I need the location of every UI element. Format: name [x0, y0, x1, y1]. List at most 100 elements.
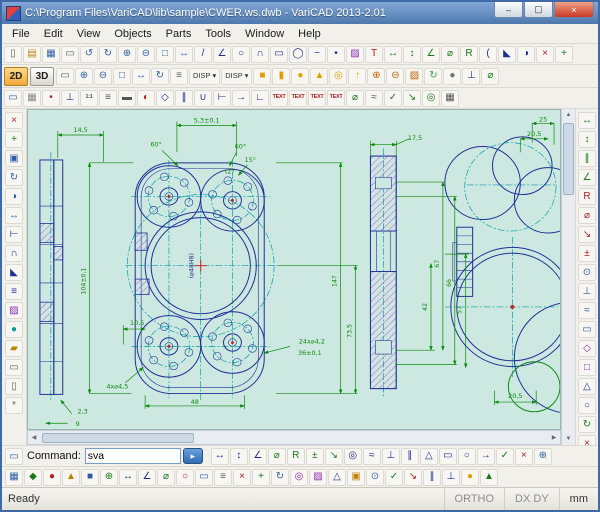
menu-item-tools[interactable]: Tools: [198, 27, 238, 41]
balloon-icon[interactable]: ◎: [422, 90, 440, 107]
line-type-icon[interactable]: ≡: [99, 90, 117, 107]
edit-tri-icon[interactable]: △: [578, 378, 596, 395]
hatch-tool-icon[interactable]: ▨: [5, 302, 23, 319]
track-h-icon[interactable]: ↔: [119, 469, 137, 486]
trim-icon[interactable]: ⊢: [213, 90, 231, 107]
osnap-node-icon[interactable]: ■: [81, 469, 99, 486]
zoom-window-icon[interactable]: □: [156, 46, 174, 63]
solid-sphere-icon[interactable]: ●: [291, 68, 309, 85]
scale-1-1-icon[interactable]: 1:1: [80, 90, 98, 107]
text-icon[interactable]: T: [365, 46, 383, 63]
offset-icon[interactable]: ≡: [5, 283, 23, 300]
section-icon[interactable]: ▨: [405, 68, 423, 85]
close-button[interactable]: ×: [554, 2, 594, 18]
roughness-icon[interactable]: ≈: [578, 302, 596, 319]
solid-cylinder-icon[interactable]: ▮: [272, 68, 290, 85]
osnap-center-icon[interactable]: ●: [43, 469, 61, 486]
dim-radius-icon[interactable]: R: [460, 46, 478, 63]
snap-grid-icon[interactable]: ▦: [23, 90, 41, 107]
move-icon[interactable]: +: [555, 46, 573, 63]
pan-icon[interactable]: ↔: [175, 46, 193, 63]
surface-symbol-icon[interactable]: ✓: [384, 90, 402, 107]
clipboard-icon[interactable]: ▯: [5, 378, 23, 395]
menu-item-edit[interactable]: Edit: [37, 27, 70, 41]
save-file-icon[interactable]: ▦: [42, 46, 60, 63]
ortho-mode-icon[interactable]: ⊥: [61, 90, 79, 107]
maximize-button[interactable]: ▢: [524, 2, 553, 18]
canvas-area[interactable]: 14,55,3±0,160°60°15°(2)104±0,110,514773,…: [27, 109, 561, 430]
new-file-icon[interactable]: ▯: [4, 46, 22, 63]
datum2-icon[interactable]: ⊙: [366, 469, 384, 486]
view-rotate-icon[interactable]: ↻: [424, 68, 442, 85]
hatch2-icon[interactable]: ▨: [309, 469, 327, 486]
minimize-button[interactable]: –: [494, 2, 523, 18]
cone2-icon[interactable]: ▲: [480, 469, 498, 486]
disp-dropdown-1[interactable]: DISP ▾: [189, 68, 220, 85]
osnap-end-icon[interactable]: ◆: [24, 469, 42, 486]
delete-icon[interactable]: ×: [5, 112, 23, 129]
refresh2-icon[interactable]: ↻: [578, 416, 596, 433]
polyline-icon[interactable]: ∠: [213, 46, 231, 63]
measure-icon[interactable]: ⌀: [481, 68, 499, 85]
cmd-dim-angle-icon[interactable]: ∠: [249, 448, 267, 465]
measure-rect-icon[interactable]: ▭: [195, 469, 213, 486]
corner-icon[interactable]: ∟: [251, 90, 269, 107]
menu-item-file[interactable]: File: [5, 27, 37, 41]
scroll-down-icon[interactable]: ▼: [563, 433, 575, 445]
fillet-icon[interactable]: (: [479, 46, 497, 63]
dim-v-icon[interactable]: ↕: [578, 131, 596, 148]
menu-item-objects[interactable]: Objects: [107, 27, 158, 41]
extrude-icon[interactable]: ↑: [348, 68, 366, 85]
boolean-subtract-icon[interactable]: ⊖: [386, 68, 404, 85]
osnap-grid-icon[interactable]: ▦: [5, 469, 23, 486]
vertical-scrollbar[interactable]: ▲ ▼: [561, 109, 575, 445]
pan-view-icon[interactable]: ↔: [132, 68, 150, 85]
add2-icon[interactable]: +: [252, 469, 270, 486]
dim-vertical-icon[interactable]: ↕: [403, 46, 421, 63]
solid-cone-icon[interactable]: ▲: [310, 68, 328, 85]
point-icon[interactable]: •: [327, 46, 345, 63]
rectangle-icon[interactable]: ▭: [270, 46, 288, 63]
disp-dropdown-2[interactable]: DISP ▾: [221, 68, 252, 85]
zoom-in-icon[interactable]: ⊕: [118, 46, 136, 63]
cmd-rough-icon[interactable]: ≈: [363, 448, 381, 465]
redo-icon[interactable]: ↻: [99, 46, 117, 63]
plot-page-icon[interactable]: ▭: [4, 90, 22, 107]
scroll-up-icon[interactable]: ▲: [563, 109, 575, 121]
dim-angular-icon[interactable]: ∠: [578, 169, 596, 186]
dim-diameter2-icon[interactable]: ⌀: [578, 207, 596, 224]
print-page-icon[interactable]: ▭: [5, 359, 23, 376]
cmd-tri-icon[interactable]: △: [420, 448, 438, 465]
line-icon[interactable]: /: [194, 46, 212, 63]
print-icon[interactable]: ▭: [61, 46, 79, 63]
edit-rect-icon[interactable]: □: [578, 359, 596, 376]
zoom-rect-icon[interactable]: □: [113, 68, 131, 85]
mirror-tool-icon[interactable]: ◑: [5, 188, 23, 205]
edit-circle-icon[interactable]: ○: [578, 397, 596, 414]
list-icon[interactable]: ≡: [214, 469, 232, 486]
color-icon[interactable]: ◐: [137, 90, 155, 107]
redraw-icon[interactable]: ↻: [151, 68, 169, 85]
boolean-union-icon[interactable]: ⊕: [367, 68, 385, 85]
cmd-close-icon[interactable]: ×: [515, 448, 533, 465]
fillet-edge-icon[interactable]: ∩: [5, 245, 23, 262]
arc-icon[interactable]: ∩: [251, 46, 269, 63]
edit-node-icon[interactable]: ◇: [578, 340, 596, 357]
trim-edge-icon[interactable]: ⊢: [5, 226, 23, 243]
text-edit-icon[interactable]: TEXT: [289, 90, 307, 107]
solid-box-icon[interactable]: ■: [253, 68, 271, 85]
line-width-icon[interactable]: ▬: [118, 90, 136, 107]
tolerance-icon[interactable]: ±: [578, 245, 596, 262]
dim-horizontal-icon[interactable]: ↔: [384, 46, 402, 63]
tri2-icon[interactable]: △: [328, 469, 346, 486]
spline-icon[interactable]: ~: [308, 46, 326, 63]
perp2-icon[interactable]: ⊥: [442, 469, 460, 486]
plot-button[interactable]: ▭: [5, 448, 23, 465]
vertical-scroll-thumb[interactable]: [563, 123, 574, 195]
view-3d-button[interactable]: 3D: [30, 67, 54, 86]
stretch-icon[interactable]: ↔: [5, 207, 23, 224]
layers-icon[interactable]: ≡: [170, 68, 188, 85]
dxdy-indicator[interactable]: DX DY: [504, 488, 559, 510]
dim-angle-icon[interactable]: ∠: [422, 46, 440, 63]
save-view-icon[interactable]: ▣: [347, 469, 365, 486]
